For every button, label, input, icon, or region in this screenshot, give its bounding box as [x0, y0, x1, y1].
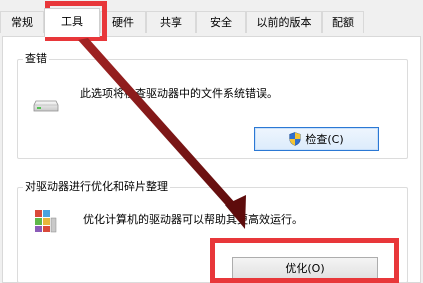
optimize-button-label: 优化(O)	[285, 262, 325, 275]
tab-strip: 常规 工具 硬件 共享 安全 以前的版本 配额	[0, 0, 423, 37]
error-check-description: 此选项将检查驱动器中的文件系统错误。	[80, 87, 278, 100]
tab-general[interactable]: 常规	[0, 11, 44, 33]
tab-security[interactable]: 安全	[196, 11, 246, 33]
tab-hardware[interactable]: 硬件	[100, 11, 146, 33]
error-check-title: 查错	[23, 52, 49, 66]
defrag-icon	[33, 207, 57, 233]
optimize-button[interactable]: 优化(O)	[232, 257, 378, 279]
tools-panel: 查错 此选项将检查驱动器中的文件系统错误。 检查(C) 对驱动器进行优化和碎片整…	[2, 36, 421, 283]
tab-previous-versions[interactable]: 以前的版本	[246, 11, 322, 33]
shield-icon	[289, 132, 301, 146]
tab-sharing[interactable]: 共享	[146, 11, 196, 33]
optimize-title: 对驱动器进行优化和碎片整理	[23, 180, 170, 194]
drive-icon	[33, 99, 59, 113]
optimize-description: 优化计算机的驱动器可以帮助其更高效运行。	[83, 213, 303, 226]
check-button[interactable]: 检查(C)	[254, 127, 379, 151]
tab-tools[interactable]: 工具	[44, 8, 100, 37]
tab-quota[interactable]: 配额	[322, 11, 364, 33]
check-button-label: 检查(C)	[305, 133, 344, 146]
